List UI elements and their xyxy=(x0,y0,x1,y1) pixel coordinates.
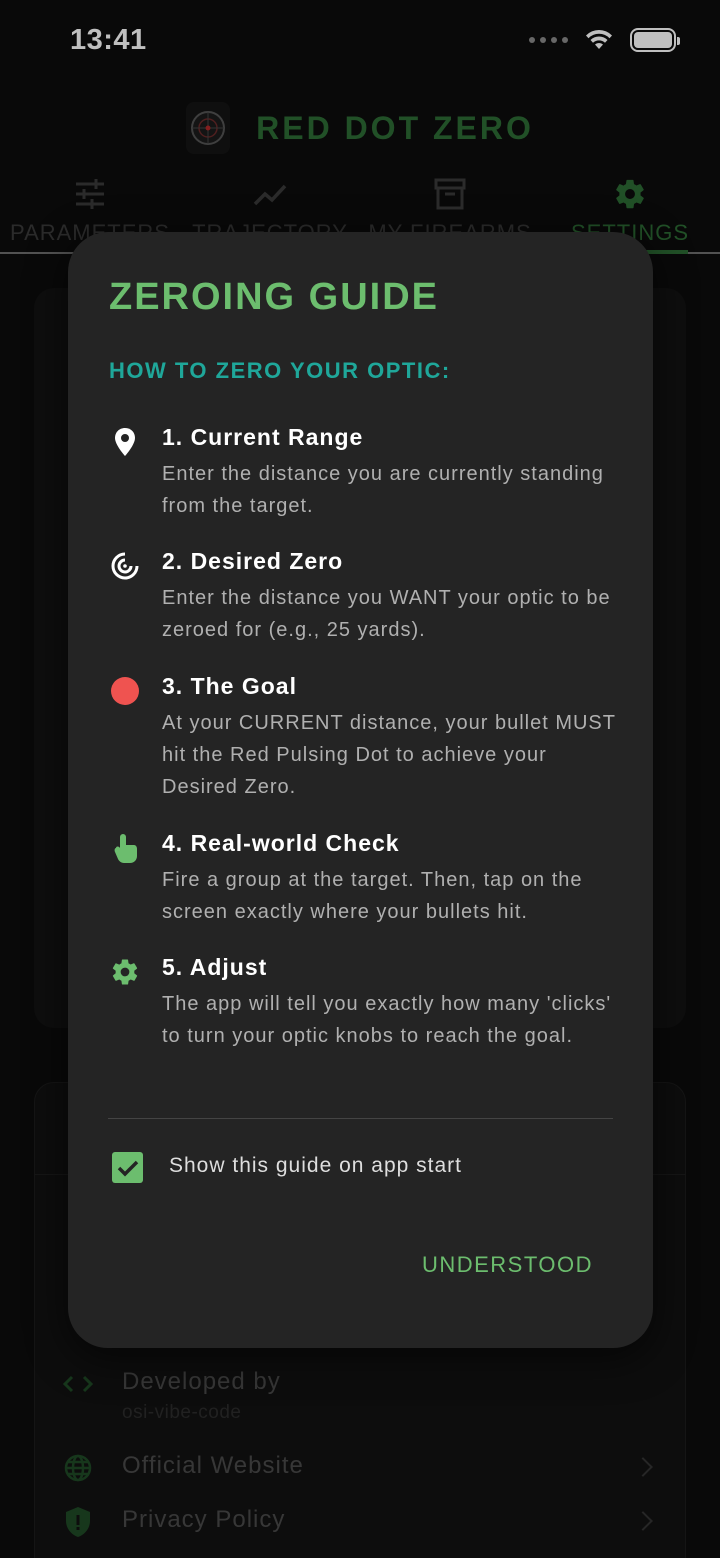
step-title: 5. Adjust xyxy=(162,954,268,980)
tap-hand-icon xyxy=(109,832,141,864)
red-dot-icon xyxy=(109,675,141,707)
dialog-divider xyxy=(108,1118,613,1119)
zeroing-guide-dialog: ZEROING GUIDE HOW TO ZERO YOUR OPTIC: 1.… xyxy=(68,232,653,1348)
step-description: At your CURRENT distance, your bullet MU… xyxy=(162,712,616,798)
map-pin-icon xyxy=(109,426,141,458)
dialog-title: ZEROING GUIDE xyxy=(109,276,440,318)
step-title: 3. The Goal xyxy=(162,673,297,699)
dialog-subtitle: HOW TO ZERO YOUR OPTIC: xyxy=(109,358,451,383)
checkmark-icon xyxy=(117,1160,138,1176)
target-icon xyxy=(109,550,141,582)
step-title: 4. Real-world Check xyxy=(162,830,400,856)
step-description: The app will tell you exactly how many '… xyxy=(162,993,612,1047)
show-on-start-checkbox[interactable] xyxy=(112,1152,143,1183)
step-description: Enter the distance you WANT your optic t… xyxy=(162,587,611,641)
gear-icon xyxy=(109,956,141,988)
step-title: 2. Desired Zero xyxy=(162,548,344,574)
show-on-start-label[interactable]: Show this guide on app start xyxy=(169,1154,462,1178)
step-description: Fire a group at the target. Then, tap on… xyxy=(162,869,583,923)
step-description: Enter the distance you are currently sta… xyxy=(162,463,604,517)
step-title: 1. Current Range xyxy=(162,424,364,450)
understood-button[interactable]: UNDERSTOOD xyxy=(422,1252,593,1278)
